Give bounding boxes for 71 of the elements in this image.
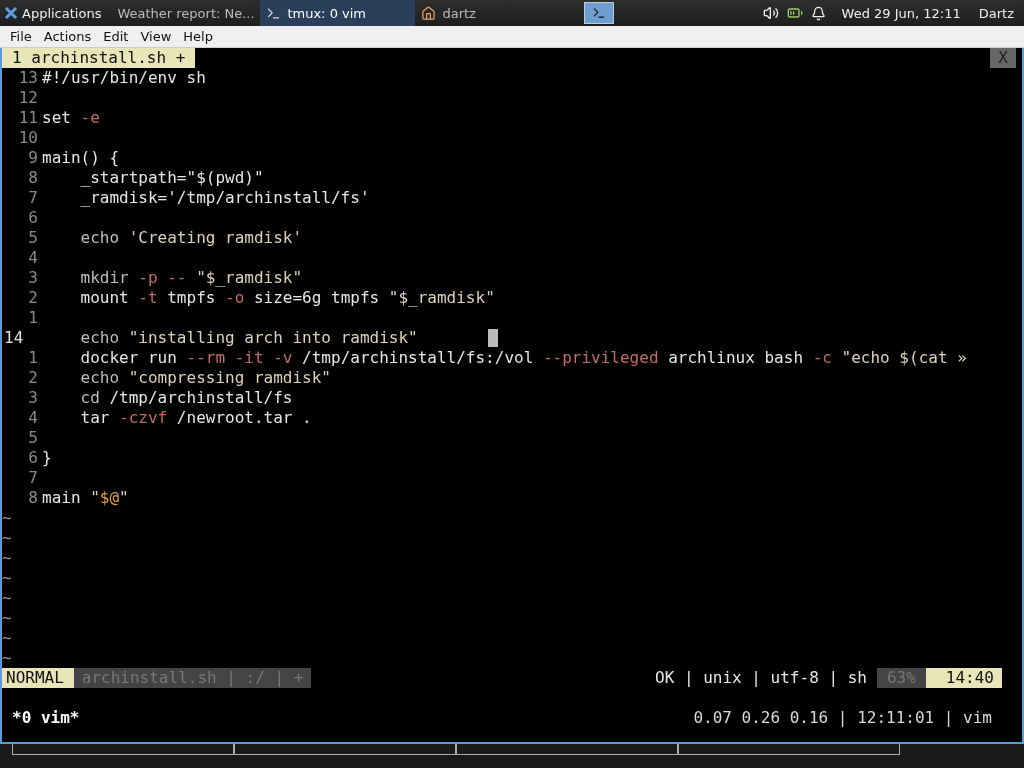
code-line: echo 'Creating ramdisk' [79,228,303,248]
line-number: 1 [27,308,38,328]
tmux-status: 0.07 0.26 0.16 | 12:11:01 | vim [693,708,993,728]
menu-item[interactable]: File [4,29,38,44]
code-line: mount -t tmpfs -o size=6g tmpfs "$_ramdisk" [79,288,495,308]
empty-line-marker: ~ [2,548,13,568]
line-number: 7 [27,188,38,208]
battery-icon[interactable] [786,5,803,21]
menu-item[interactable]: Actions [37,29,98,44]
text-cursor [487,329,498,347]
line-number: 2 [27,368,38,388]
code-line: } [42,448,52,468]
line-number: 8 [27,488,38,508]
code-line: echo "installing arch into ramdisk" [79,328,418,348]
empty-line-marker: ~ [2,608,13,628]
line-number: 8 [27,168,38,188]
terminal-icon [592,6,607,20]
home-icon [421,5,437,21]
notifications-icon[interactable] [810,5,826,21]
tmux-window[interactable]: *0 vim* [2,708,80,728]
code-line: tar -czvf /newroot.tar . [79,408,312,428]
line-number: 5 [27,228,38,248]
line-number: 3 [27,388,38,408]
line-number: 14 [3,328,25,348]
mode-indicator: NORMAL [2,668,74,688]
line-number: 9 [27,148,38,168]
menu-item[interactable]: Edit [97,29,135,44]
line-number: 6 [27,208,38,228]
line-number: 7 [27,468,38,488]
line-number: 10 [17,128,38,148]
clock[interactable]: Wed 29 Jun, 12:11 [841,5,961,21]
taskbar-task[interactable]: Weather report: Ne... [105,0,261,26]
empty-line-marker: ~ [2,628,13,648]
line-number: 3 [27,268,38,288]
empty-line-marker: ~ [2,588,13,608]
code-line: #!/usr/bin/env sh [42,68,206,88]
menu-item[interactable]: Help [177,29,219,44]
code-line: _ramdisk='/tmp/archinstall/fs' [79,188,370,208]
line-number: 6 [27,448,38,468]
line-number: 4 [27,248,38,268]
terminal-launcher[interactable] [584,2,615,24]
code-line: docker run --rm -it -v /tmp/archinstall/fs:/vol --privileged archlinux bash -c "echo $(cat » [79,348,967,368]
empty-line-marker: ~ [2,508,13,528]
taskbar-task[interactable]: dartz [415,0,571,26]
line-number: 11 [17,108,38,128]
line-number: 12 [17,88,38,108]
taskbar-task[interactable]: tmux: 0 vim [260,0,416,26]
empty-line-marker: ~ [2,568,13,588]
menu-item[interactable]: View [134,29,178,44]
x-logo-icon [4,6,18,20]
applications-menu[interactable]: Applications [0,0,106,26]
code-line: main "$@" [42,488,129,508]
empty-line-marker: ~ [2,648,13,668]
code-line: echo "compressing ramdisk" [79,368,331,388]
line-number: 1 [27,348,38,368]
code-line: _startpath="$(pwd)" [79,168,264,188]
line-number: 2 [27,288,38,308]
line-number: 5 [27,428,38,448]
line-number: 4 [27,408,38,428]
buffer-tab[interactable]: 1 archinstall.sh + [2,48,196,68]
code-line: cd /tmp/archinstall/fs [79,388,293,408]
user-name[interactable]: Dartz [978,5,1014,21]
line-number: 13 [17,68,38,88]
code-line: set -e [42,108,100,128]
empty-line-marker: ~ [2,528,13,548]
code-line: mkdir -p -- "$_ramdisk" [79,268,303,288]
terminal-icon [266,5,282,21]
file-info: OK | unix | utf-8 | sh [654,668,868,688]
code-line: main() { [42,148,120,168]
cursor-position: 14:40 [925,668,1002,688]
volume-icon[interactable] [762,5,779,21]
